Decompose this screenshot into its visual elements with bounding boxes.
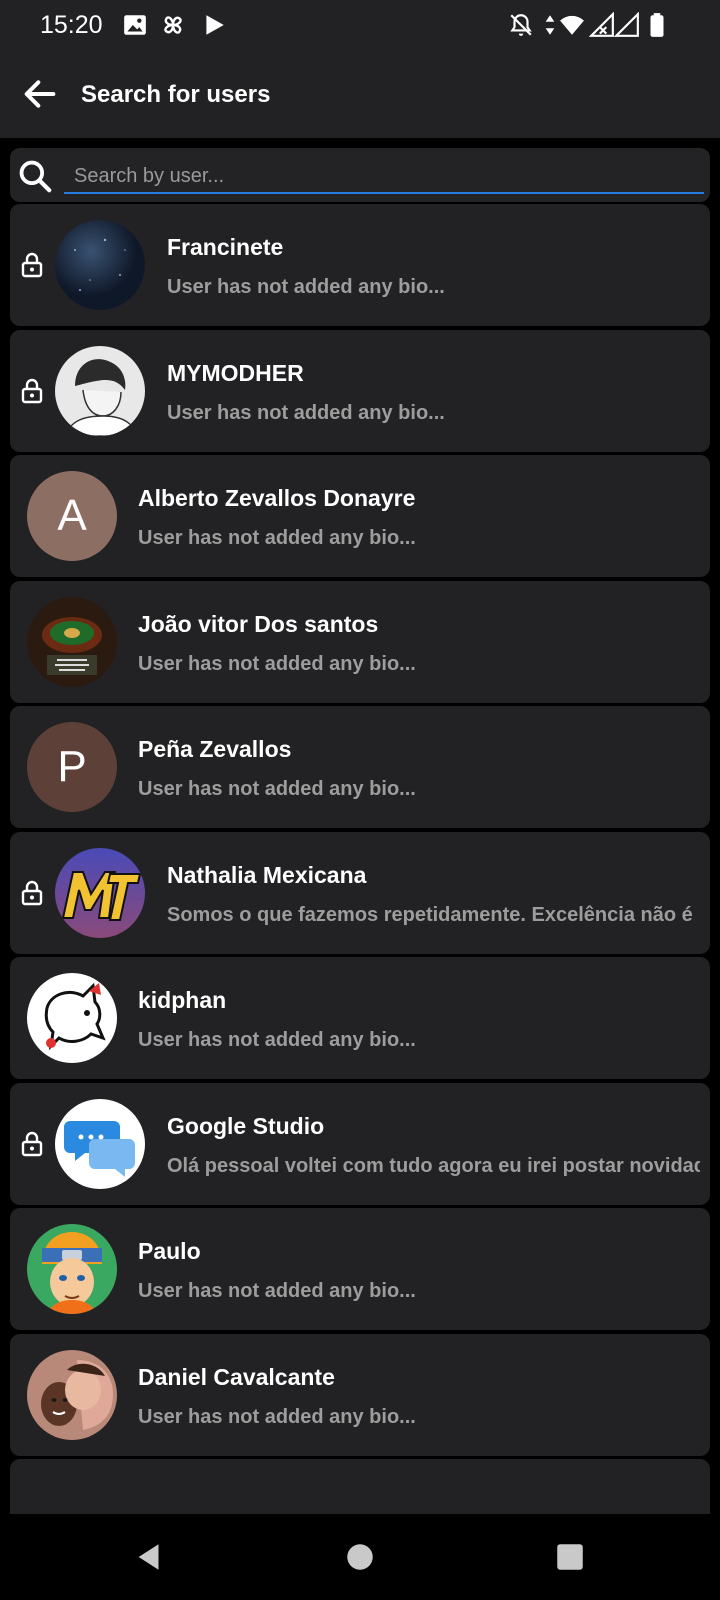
lock-icon <box>21 880 43 906</box>
user-name: Alberto Zevallos Donayre <box>138 485 416 511</box>
user-bio: User has not added any bio... <box>138 527 416 549</box>
user-name: Nathalia Mexicana <box>167 861 367 888</box>
bell-off-icon <box>510 14 532 36</box>
avatar <box>27 596 117 687</box>
lock-icon <box>21 1131 43 1157</box>
user-bio: User has not added any bio... <box>138 778 416 800</box>
user-card[interactable]: Daniel Cavalcante User has not added any … <box>10 1333 710 1456</box>
user-card[interactable]: Paulo User has not added any bio... <box>10 1208 710 1330</box>
user-bio: User has not added any bio... <box>167 401 445 424</box>
user-bio: User has not added any bio... <box>138 1405 416 1428</box>
status-time: 15:20 <box>40 11 103 39</box>
avatar <box>27 1349 117 1440</box>
user-card[interactable]: Google Studio Olá pessoal voltei com tudo… <box>10 1082 710 1205</box>
user-bio: User has not added any bio... <box>167 276 445 298</box>
data-arrows-icon <box>545 15 555 35</box>
lock-icon <box>21 378 43 404</box>
user-name: kidphan <box>138 987 227 1013</box>
avatar <box>27 973 117 1063</box>
user-card-partial[interactable] <box>10 1459 710 1514</box>
avatar <box>55 1098 145 1189</box>
avatar: P <box>27 722 117 812</box>
user-name: Google Studio <box>167 1112 325 1139</box>
status-bar: 15:20 <box>0 0 720 50</box>
content-area: FrancineteUser has not added any bio...M… <box>0 138 720 1514</box>
avatar <box>27 1224 117 1314</box>
user-name: Paulo <box>138 1238 201 1264</box>
user-bio: Olá pessoal voltei com tudo agora eu ire… <box>167 1154 700 1177</box>
nav-back-icon[interactable] <box>133 1540 167 1574</box>
user-card[interactable]: João vitor Dos santos User has not added … <box>10 580 710 703</box>
user-bio: User has not added any bio... <box>138 652 416 675</box>
nav-home-icon[interactable] <box>343 1540 377 1574</box>
arrow-left-icon[interactable] <box>20 74 60 114</box>
user-name: Daniel Cavalcante <box>138 1363 335 1390</box>
avatar <box>55 345 145 436</box>
user-card[interactable]: Francinete User has not added any bio... <box>10 204 710 326</box>
search-bar <box>10 148 710 202</box>
navigation-bar <box>0 1514 720 1600</box>
play-notification-icon <box>206 15 224 35</box>
user-name: Peña Zevallos <box>138 736 292 762</box>
user-name: João vitor Dos santos <box>138 610 379 637</box>
user-name: MYMODHER <box>167 359 304 386</box>
user-card[interactable]: kidphan User has not added any bio... <box>10 957 710 1079</box>
avatar <box>55 847 145 938</box>
signal-x-icon <box>589 12 614 37</box>
app-bar: Search for users <box>0 50 720 139</box>
user-name: Francinete <box>167 234 284 260</box>
user-bio: User has not added any bio... <box>138 1280 416 1302</box>
user-card[interactable]: MYMODHER User has not added any bio... <box>10 329 710 452</box>
gallery-notification-icon <box>124 15 146 35</box>
user-card[interactable]: Nathalia Mexicana Somos o que fazemos rep… <box>10 831 710 954</box>
avatar: A <box>27 471 117 561</box>
wifi-icon <box>560 15 584 35</box>
page-title: Search for users <box>81 81 271 108</box>
user-card[interactable]: A Alberto Zevallos Donayre User has not ad… <box>10 455 710 577</box>
user-card[interactable]: P Peña Zevallos User has not added any bio… <box>10 706 710 828</box>
battery-icon <box>650 13 664 37</box>
user-bio: User has not added any bio... <box>138 1029 416 1051</box>
user-bio: Somos o que fazemos repetidamente. Excel… <box>167 903 693 926</box>
search-input[interactable] <box>64 160 704 194</box>
nav-recents-icon[interactable] <box>553 1540 587 1574</box>
avatar <box>55 220 145 310</box>
pinwheel-notification-icon <box>164 16 182 34</box>
search-icon[interactable] <box>16 157 54 195</box>
signal-icon <box>614 12 639 37</box>
lock-icon <box>21 252 43 278</box>
